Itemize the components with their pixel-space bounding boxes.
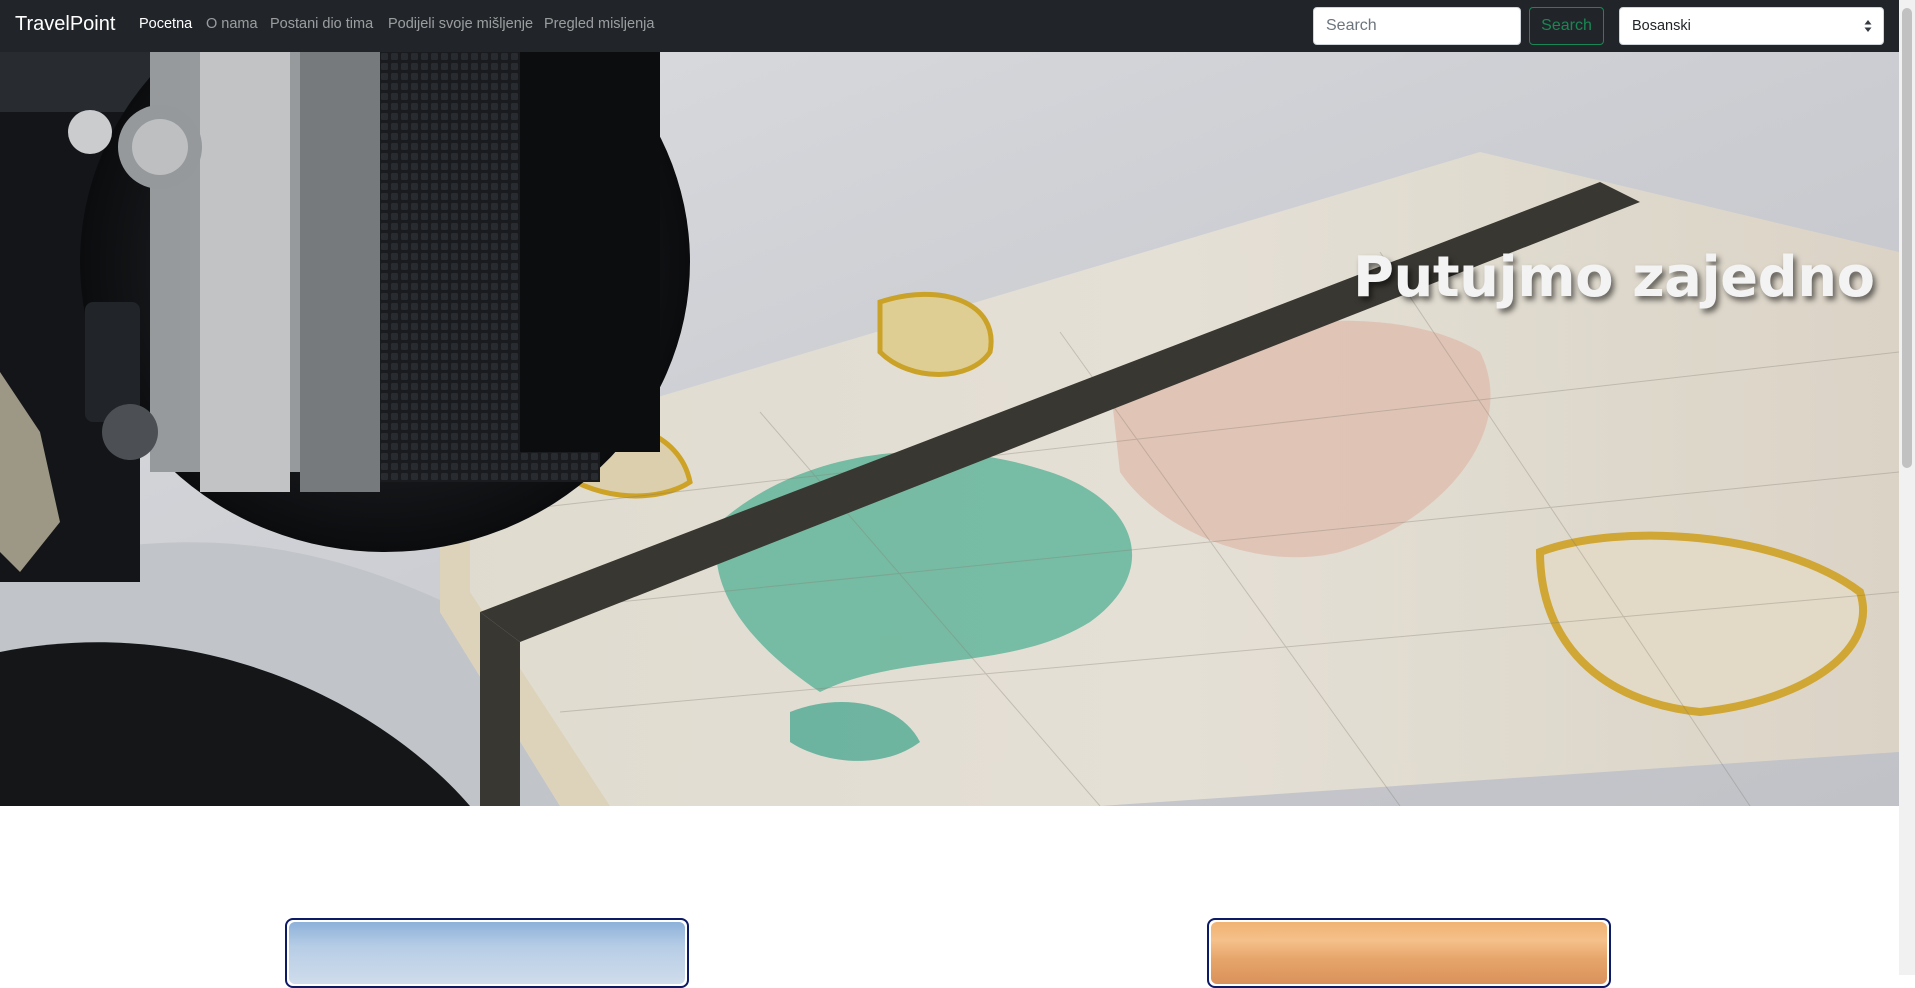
nav-link-podijeli-misljenje[interactable]: Podijeli svoje mišljenje xyxy=(388,16,533,32)
brand-link[interactable]: TravelPoint xyxy=(15,13,115,36)
scrollbar-thumb[interactable] xyxy=(1902,8,1912,468)
language-select-value: Bosanski xyxy=(1632,18,1691,34)
nav-link-pocetna[interactable]: Pocetna xyxy=(139,16,192,32)
nav-link-postani-dio-tima[interactable]: Postani dio tima xyxy=(270,16,373,32)
search-button[interactable]: Search xyxy=(1529,7,1604,45)
nav-link-o-nama[interactable]: O nama xyxy=(206,16,258,32)
select-arrows-icon xyxy=(1864,20,1872,32)
hero-image xyxy=(0,52,1899,806)
nav-link-pregled-misljenja[interactable]: Pregled misljenja xyxy=(544,16,654,32)
hero-title: Putujmo zajedno xyxy=(1353,245,1875,310)
hero-banner: Putujmo zajedno xyxy=(0,52,1899,806)
destination-card-1[interactable] xyxy=(285,918,689,988)
page-scrollbar[interactable] xyxy=(1899,0,1915,975)
search-input[interactable] xyxy=(1313,7,1521,45)
top-navbar: TravelPoint Pocetna O nama Postani dio t… xyxy=(0,0,1899,52)
destination-card-2[interactable] xyxy=(1207,918,1611,988)
language-select[interactable]: Bosanski xyxy=(1619,7,1884,45)
